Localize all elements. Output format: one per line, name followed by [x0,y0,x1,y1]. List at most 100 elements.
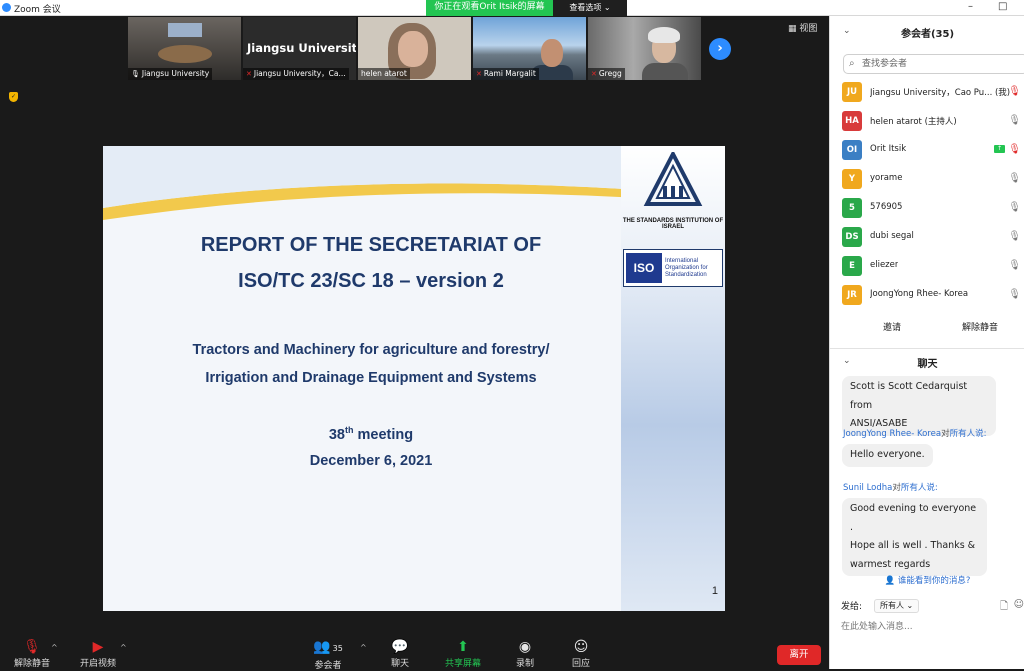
chat-button[interactable]: 💬 聊天 [386,627,414,669]
search-placeholder: 查找参会者 [862,59,908,69]
chat-sender: JoongYong Rhee- Korea对所有人说: [843,429,987,439]
unmute-button[interactable]: 🎙 解除静音 [12,627,52,669]
participant-name: 576905 [870,202,903,212]
participants-header: ⌄ 参会者(35) [830,16,1024,48]
mic-muted-icon: 🎙 [1008,86,1021,97]
mic-icon: 🎙 [1008,202,1021,213]
slide-title-line-2: ISO/TC 23/SC 18 – version 2 [238,270,504,292]
invite-button[interactable]: 邀请 [883,320,901,333]
thumbnail-name: ✕ Rami Margalit [473,68,539,80]
side-panel: ⌄ 参会者(35) ⌕ 查找参会者 JU Jiangsu University，… [829,16,1024,669]
participant-row[interactable]: JU Jiangsu University，Cao Pu... (我) 🎙 [830,78,1024,107]
slide-date: December 6, 2021 [309,453,433,469]
participant-row[interactable]: E eliezer 🎙 [830,252,1024,281]
shared-slide: THE STANDARDS INSTITUTION OF ISRAEL ISO … [103,146,725,611]
participants-options-caret[interactable]: ^ [360,643,367,652]
participant-row[interactable]: Y yorame 🎙 [830,165,1024,194]
chat-input[interactable]: 在此处输入消息... [841,619,1021,633]
minimize-button[interactable]: – [968,1,973,13]
who-can-see-link[interactable]: 👤 谁能看到你的消息? [830,574,1024,586]
record-button[interactable]: ◉ 录制 [512,627,538,669]
share-banner-text: 你正在观看Orit Itsik的屏幕 [426,0,553,16]
video-off-icon: ▶ [92,639,104,655]
chat-sender: Sunil Lodha对所有人说: [843,483,938,493]
sii-caption: THE STANDARDS INSTITUTION OF ISRAEL [622,218,724,230]
participants-label: 参会者 [314,661,342,671]
thumbnail-name: ✕ Gregg [588,68,625,80]
security-shield-icon[interactable]: ✓ [9,92,18,102]
share-screen-button[interactable]: ⬆ 共享屏幕 [441,627,485,669]
participant-name: dubi segal [870,231,914,241]
participant-row[interactable]: 5 576905 🎙 [830,194,1024,223]
participant-row[interactable]: DS dubi segal 🎙 [830,223,1024,252]
video-thumbnail[interactable]: Jiangsu Universit... ✕Jiangsu University… [243,17,356,80]
mic-muted-icon: 🎙 [1008,144,1021,155]
video-thumbnail[interactable]: ✕ Gregg [588,17,701,80]
reactions-button[interactable]: ☺ 回应 [568,627,594,669]
participant-row[interactable]: JR JoongYong Rhee- Korea 🎙 [830,281,1024,310]
audio-options-caret[interactable]: ^ [51,643,58,652]
sii-logo: THE STANDARDS INSTITUTION OF ISRAEL [621,149,725,230]
participants-button[interactable]: 👥 35 参会者 [308,627,348,671]
zoom-logo-icon [2,3,11,12]
avatar: E [842,256,862,276]
reactions-label: 回应 [571,659,590,669]
start-video-label: 开启视频 [79,659,116,669]
participants-icon: 👥 35 [313,639,343,655]
mic-icon: 🎙 [1008,115,1021,126]
chat-label: 聊天 [390,659,409,669]
meeting-area: 🎙Jiangsu University Jiangsu Universit...… [0,16,829,627]
slide-page-number: 1 [711,585,718,597]
file-icon[interactable]: 🗋 [1000,599,1008,616]
send-to-select[interactable]: 所有人 ⌄ [874,599,920,613]
iso-text: International Organization for Standardi… [665,257,708,278]
thumbnail-name: 🎙 Jiangsu University [128,68,213,80]
participant-name: JoongYong Rhee- Korea [870,289,969,299]
mic-icon: 🎙 [1008,260,1021,271]
chat-icon: 💬 [391,639,409,655]
share-banner: 你正在观看Orit Itsik的屏幕 查看选项 ⌄ [426,0,627,16]
reaction-smiley-icon: ☺ [573,639,589,655]
unmute-all-button[interactable]: 解除静音 [962,320,998,333]
record-label: 录制 [515,659,534,669]
video-thumbnail[interactable]: ✕ Rami Margalit [473,17,586,80]
participant-name: yorame [870,173,903,183]
next-page-button[interactable]: › [709,38,731,60]
participant-row[interactable]: OI Orit Itsik ↑ 🎙 [830,136,1024,165]
share-screen-label: 共享屏幕 [444,659,481,669]
mic-icon: 🎙 [1008,231,1021,242]
send-to-label: 发给: [841,602,863,612]
view-button[interactable]: ▦ 视图 [788,21,817,34]
slide-subtitle-line-2: Irrigation and Drainage Equipment and Sy… [205,370,537,386]
mic-muted-icon: ✕ [246,70,252,78]
mic-icon: 🎙 [131,70,140,78]
chat-message: Hello everyone. [842,444,933,467]
avatar: DS [842,227,862,247]
participant-row[interactable]: HA helen atarot (主持人) 🎙 [830,107,1024,136]
emoji-icon[interactable]: ☺ [1014,599,1024,610]
mic-muted-icon: 🎙 [23,639,41,655]
chat-title: 聊天 [917,359,938,370]
panel-divider [830,348,1024,349]
view-options-button[interactable]: 查看选项 ⌄ [553,0,627,16]
avatar: JR [842,285,862,305]
share-screen-icon: ⬆ [457,639,469,655]
video-thumbnail[interactable]: helen atarot [358,17,471,80]
video-options-caret[interactable]: ^ [120,643,127,652]
slide-swoosh-decoration [103,146,639,220]
video-thumbnail[interactable]: 🎙 Jiangsu University [128,17,241,80]
participants-title: 参会者(35) [900,29,955,40]
thumbnail-name: ✕ Jiangsu University，Ca... [243,68,349,80]
video-thumbnail-strip: 🎙Jiangsu University Jiangsu Universit...… [128,17,701,81]
start-video-button[interactable]: ▶ 开启视频 [76,627,120,669]
leave-button[interactable]: 离开 [777,645,821,665]
participant-name: Orit Itsik [870,144,907,154]
meeting-toolbar: 🎙 解除静音 ^ ▶ 开启视频 ^ 👥 35 参会者 ^ 💬 聊天 ⬆ 共享屏幕 … [0,627,829,671]
mic-muted-icon: ✕ [591,70,597,78]
search-participants-input[interactable]: ⌕ 查找参会者 [843,54,1024,74]
participant-name: helen atarot (主持人) [870,117,957,127]
avatar: JU [842,82,862,102]
thumbnail-big-name: Jiangsu Universit... [247,41,356,55]
maximize-button[interactable]: □ [998,1,1007,13]
chat-message: Good evening to everyone . Hope all is w… [842,498,987,576]
